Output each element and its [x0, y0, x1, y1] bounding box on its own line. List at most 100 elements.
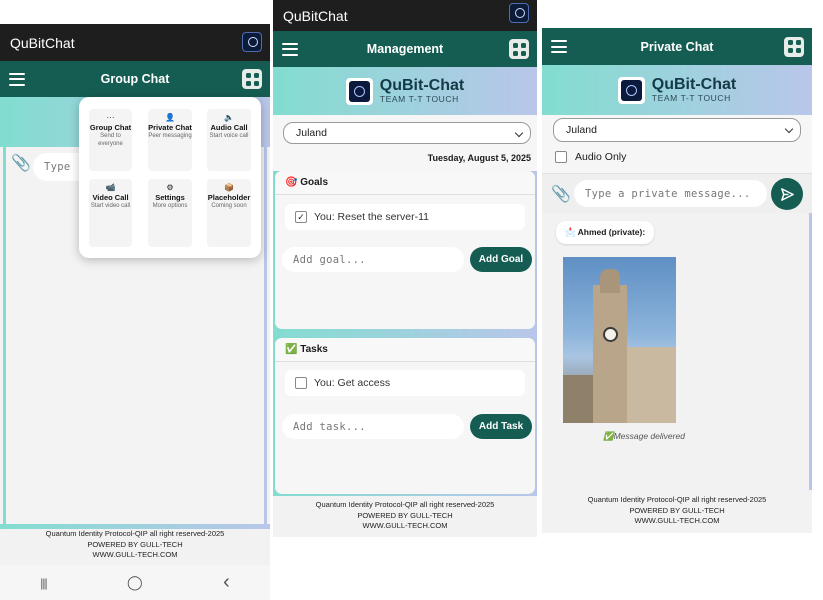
menu-tile-group-chat[interactable]: ··· Group Chat Send to everyone	[89, 109, 132, 171]
user-select[interactable]: Juland	[553, 118, 801, 142]
menu-tile-placeholder[interactable]: 📦 Placeholder Coming soon	[207, 179, 251, 247]
app-logo-icon	[242, 32, 262, 52]
goals-heading: 🎯 Goals	[275, 171, 535, 195]
android-nav-bar: ||| ◯ ‹	[0, 565, 270, 600]
footer-copyright: Quantum Identity Protocol-QIP all right …	[587, 495, 767, 504]
message-input-placeholder: Type a private message...	[585, 187, 751, 200]
brand-subtitle: TEAM T-T TOUCH	[379, 94, 459, 104]
app-header: QuBitChat	[273, 0, 537, 31]
footer: Quantum Identity Protocol-QIP all right …	[0, 529, 270, 561]
top-bar: Group Chat	[0, 61, 270, 97]
app-title: QuBitChat	[10, 34, 75, 51]
menu-tile-title: Private Chat	[148, 123, 192, 132]
task-input[interactable]: Add task...	[282, 414, 464, 439]
building-left-shape	[563, 375, 593, 423]
app-title: QuBitChat	[283, 7, 348, 24]
menu-tile-private-chat[interactable]: 👤 Private Chat Peer messaging	[148, 109, 192, 171]
footer-powered-by: POWERED BY GULL-TECH	[87, 539, 183, 549]
current-date: Tuesday, August 5, 2025	[427, 153, 531, 163]
task-input-placeholder: Add task...	[293, 420, 366, 433]
task-item-text: You: Get access	[314, 377, 391, 389]
goals-wrapper: 🎯 Goals ✓ You: Reset the server-11 Add g…	[273, 171, 537, 336]
footer-website: WWW.GULL-TECH.COM	[92, 550, 178, 559]
user-audio-area: Juland Audio Only	[542, 115, 812, 173]
back-icon[interactable]: ‹	[223, 571, 230, 594]
menu-tile-audio-call[interactable]: 🔈 Audio Call Start voice call	[207, 109, 251, 171]
gear-icon: ⚙	[166, 183, 174, 192]
menu-tile-title: Audio Call	[210, 123, 248, 132]
top-bar: Management	[273, 31, 537, 67]
footer-website: WWW.GULL-TECH.COM	[362, 521, 448, 530]
menu-tile-desc: Start video call	[90, 203, 131, 209]
brand-logo-icon	[345, 77, 373, 105]
brand-name: QuBit-Chat	[379, 77, 465, 94]
box-icon: 📦	[224, 183, 234, 192]
goal-checkbox[interactable]: ✓	[295, 211, 307, 223]
menu-tile-desc: Coming soon	[211, 203, 247, 209]
audio-only-label: Audio Only	[575, 151, 627, 163]
message-status: ✅Message delivered	[603, 431, 685, 441]
brand-banner: QuBit-Chat TEAM T-T TOUCH	[273, 67, 537, 115]
chevron-down-icon	[514, 128, 524, 138]
message-input-placeholder: Type	[44, 161, 71, 173]
apps-grid-button[interactable]	[784, 36, 804, 57]
video-camera-icon: 📹	[105, 183, 116, 192]
tower-shape	[593, 285, 627, 423]
top-bar: Private Chat	[542, 28, 812, 65]
menu-tile-title: Group Chat	[89, 123, 132, 132]
menu-hamburger-icon[interactable]	[551, 40, 567, 53]
paperclip-icon[interactable]: 📎	[11, 153, 31, 173]
footer-powered-by: POWERED BY GULL-TECH	[357, 510, 453, 520]
apps-grid-button[interactable]	[509, 39, 529, 59]
goals-section: 🎯 Goals ✓ You: Reset the server-11 Add g…	[275, 171, 535, 329]
footer: Quantum Identity Protocol-QIP all right …	[542, 495, 812, 527]
recent-apps-icon[interactable]: |||	[40, 576, 47, 590]
brand-logo-icon	[617, 76, 645, 104]
menu-tile-video-call[interactable]: 📹 Video Call Start video call	[89, 179, 132, 247]
footer-copyright: Quantum Identity Protocol-QIP all right …	[45, 529, 225, 538]
goal-input[interactable]: Add goal...	[282, 247, 464, 272]
menu-tile-desc: Peer messaging	[148, 133, 192, 139]
person-icon: 👤	[165, 113, 175, 122]
brand-subtitle: TEAM T-T TOUCH	[651, 93, 731, 103]
add-goal-button[interactable]: Add Goal	[470, 247, 532, 272]
speaker-icon: 🔈	[224, 113, 234, 122]
add-task-button[interactable]: Add Task	[470, 414, 532, 439]
tasks-wrapper: ✅ Tasks You: Get access Add task... Add …	[273, 336, 537, 496]
menu-tile-desc: Start voice call	[209, 133, 249, 139]
private-chat-screen: Private Chat QuBit-Chat TEAM T-T TOUCH J…	[542, 28, 812, 533]
goal-item[interactable]: ✓ You: Reset the server-11	[285, 204, 525, 230]
tower-dome-shape	[600, 269, 620, 293]
menu-tile-desc: More options	[152, 203, 188, 209]
message-sender-bubble: 📩 Ahmed (private):	[556, 221, 655, 244]
tasks-heading: ✅ Tasks	[275, 338, 535, 362]
group-chat-screen: QuBitChat Group Chat 📎 Type ··· Group Ch…	[0, 24, 270, 600]
composer: 📎 Type a private message...	[542, 173, 812, 213]
audio-only-checkbox[interactable]	[555, 151, 567, 163]
message-input[interactable]: Type a private message...	[574, 180, 767, 207]
tasks-section: ✅ Tasks You: Get access Add task... Add …	[275, 338, 535, 494]
send-icon	[780, 187, 794, 201]
apps-grid-button[interactable]	[242, 69, 262, 89]
home-icon[interactable]: ◯	[127, 574, 143, 591]
paperclip-icon[interactable]: 📎	[551, 184, 571, 204]
goal-item-text: You: Reset the server-11	[314, 211, 429, 223]
menu-tile-desc: Send to everyone	[98, 133, 123, 147]
send-button[interactable]	[771, 178, 803, 210]
task-checkbox[interactable]	[295, 377, 307, 389]
apps-menu-popup: ··· Group Chat Send to everyone 👤 Privat…	[79, 97, 261, 258]
menu-tile-settings[interactable]: ⚙ Settings More options	[148, 179, 192, 247]
chevron-down-icon	[784, 124, 794, 134]
user-select[interactable]: Juland	[283, 122, 531, 144]
menu-tile-title: Placeholder	[207, 193, 251, 202]
user-select-value: Juland	[566, 124, 597, 136]
message-image[interactable]	[563, 257, 676, 423]
menu-hamburger-icon[interactable]	[282, 42, 298, 56]
footer-copyright: Quantum Identity Protocol-QIP all right …	[315, 500, 495, 509]
app-logo-icon	[509, 3, 529, 23]
footer: Quantum Identity Protocol-QIP all right …	[273, 500, 537, 532]
task-item[interactable]: You: Get access	[285, 370, 525, 396]
audio-only-toggle[interactable]: Audio Only	[555, 151, 626, 163]
page-title: Private Chat	[640, 39, 714, 54]
menu-hamburger-icon[interactable]	[9, 72, 25, 86]
